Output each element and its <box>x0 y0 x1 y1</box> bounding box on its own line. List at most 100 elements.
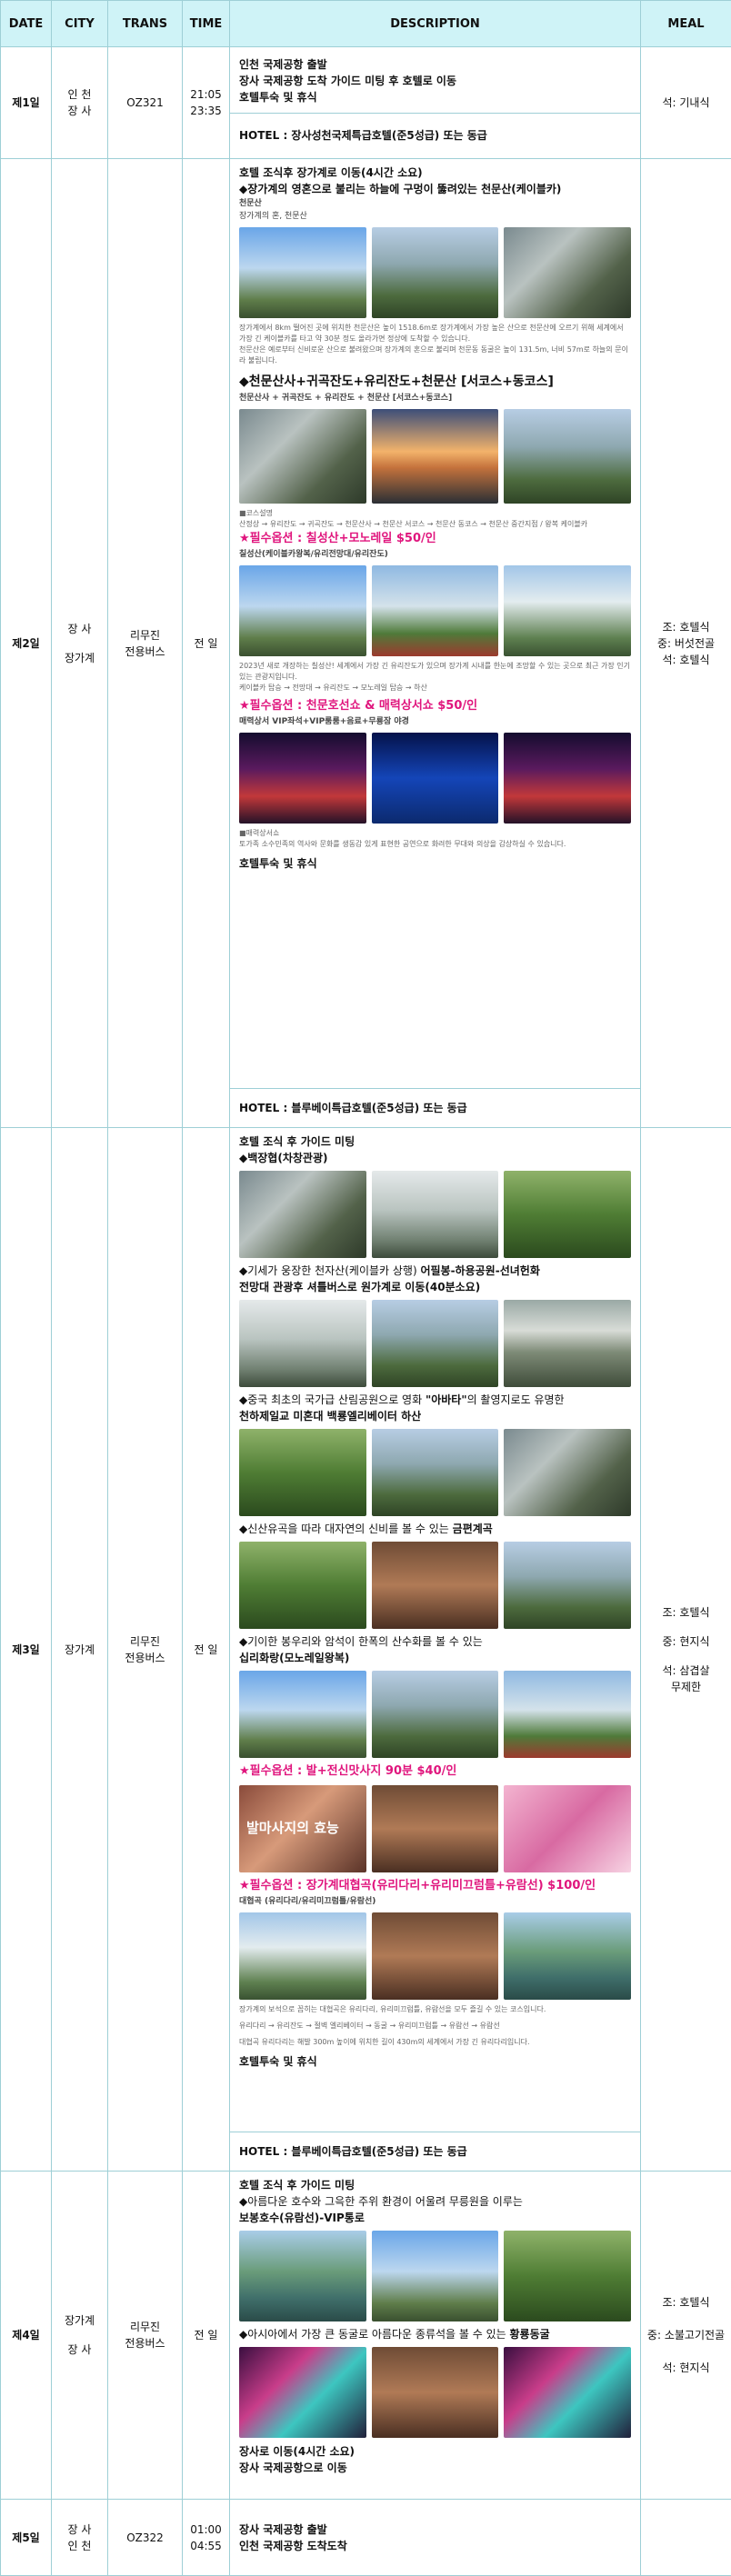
day2-row: 제2일 장 사 장가계 리무진 전용버스 전 일 호텔 조식후 장가계로 이동(… <box>1 159 731 1128</box>
day4-trans-1: 리무진 <box>109 2319 181 2335</box>
photo-show-stage <box>504 733 631 824</box>
photo-qixingshan-cablecar <box>239 565 366 656</box>
day2-option-shows: ★필수옵션 : 천문호선쇼 & 매력상서쇼 $50/인 <box>239 697 631 715</box>
day2-meal: 조: 호텔식 중: 버섯전골 석: 호텔식 <box>641 159 731 1128</box>
photo-huanglong-waterwheel <box>372 2347 499 2438</box>
day4-highlight-huanglong: 황룡동굴 <box>509 2328 549 2341</box>
day4-time: 전 일 <box>183 2172 230 2500</box>
photo-massage-banner: 발마사지의 효능 <box>239 1785 366 1872</box>
day4-line-2b: 보봉호수(유람선)-VIP통로 <box>239 2210 631 2226</box>
photo-baofeng-lake-3 <box>504 2231 631 2321</box>
header-row: DATE CITY TRANS TIME DESCRIPTION MEAL <box>1 1 731 47</box>
day3-line-6b: 십리화랑(모노레일왕복) <box>239 1650 631 1666</box>
day2-meal-breakfast: 조: 호텔식 <box>642 619 730 635</box>
photo-shilihualang-1 <box>239 1671 366 1758</box>
photo-glass-bridge <box>239 1912 366 2000</box>
header-city: CITY <box>52 1 108 47</box>
day2-photos-3 <box>239 565 631 656</box>
photo-canyon-boat <box>504 1912 631 2000</box>
day3-description: 호텔 조식 후 가이드 미팅 ◆백장협(차창관광) ◆기세가 웅장한 천자산(케… <box>230 1128 641 2172</box>
photo-tianmen-cablecar <box>239 227 366 318</box>
day2-trans: 리무진 전용버스 <box>108 159 183 1128</box>
day1-city-to: 장 사 <box>53 103 106 119</box>
day1-row: 제1일 인 천 장 사 OZ321 21:05 23:35 인천 국제공항 출발… <box>1 47 731 159</box>
photo-massage-room <box>372 1785 499 1872</box>
day4-line-1: 호텔 조식 후 가이드 미팅 <box>239 2177 631 2193</box>
photo-baizhang-gorge-3 <box>504 1171 631 1258</box>
header-trans: TRANS <box>108 1 183 47</box>
day2-description: 호텔 조식후 장가계로 이동(4시간 소요) ◆장가계의 영혼으로 불리는 하늘… <box>230 159 641 1128</box>
day1-time-arrive: 23:35 <box>184 103 228 119</box>
day3-option-massage: ★필수옵션 : 발+전신맛사지 90분 $40/인 <box>239 1762 631 1781</box>
day1-description: 인천 국제공항 출발 장사 국제공항 도착 가이드 미팅 후 호텔로 이동 호텔… <box>230 47 641 159</box>
photo-massage-foot <box>504 1785 631 1872</box>
day1-line-1: 인천 국제공항 출발 <box>239 56 631 73</box>
day3-highlight-tianzi: 어필봉-하용공원-선녀헌화 <box>420 1264 539 1277</box>
day3-meal-lunch: 중: 현지식 <box>642 1633 730 1650</box>
day2-photos-1 <box>239 227 631 318</box>
day3-line-2: ◆백장협(차창관광) <box>239 1150 631 1166</box>
day3-meal-breakfast: 조: 호텔식 <box>642 1604 730 1621</box>
day5-time-arrive: 04:55 <box>184 2538 228 2554</box>
day4-date: 제4일 <box>1 2172 52 2500</box>
day2-line-2: ◆장가계의 영혼으로 불리는 하늘에 구멍이 뚫려있는 천문산(케이블카) <box>239 181 631 197</box>
day2-photos-2 <box>239 409 631 504</box>
day5-meal <box>641 2500 731 2576</box>
day5-line-1: 장사 국제공항 출발 <box>239 2521 631 2538</box>
day2-highlight-tianmen: 천문산(케이블카) <box>481 183 561 195</box>
header-meal: MEAL <box>641 1 731 47</box>
day4-photos-1 <box>239 2231 631 2321</box>
day3-sub-1: 대협곡 (유리다리/유리미끄럼틀/유람선) <box>239 1895 631 1908</box>
day4-trans-2: 전용버스 <box>109 2335 181 2351</box>
day1-meal-dinner: 석: 기내식 <box>642 95 730 111</box>
day2-note-1: 장가계에서 8km 떨어진 곳에 위치한 천문산은 높이 1518.6m로 장가… <box>239 323 631 344</box>
day1-time-depart: 21:05 <box>184 86 228 103</box>
day3-note-1: 장가계의 보석으로 꼽히는 대협곡은 유리다리, 유리미끄럼틀, 유람선을 모두… <box>239 2004 631 2015</box>
day4-photos-2 <box>239 2347 631 2438</box>
day2-note-3b: 케이블카 탑승 → 전망대 → 유리잔도 → 모노레일 탑승 → 하산 <box>239 683 631 694</box>
day4-line-4: 장사로 이동(4시간 소요) <box>239 2443 631 2460</box>
day3-note-3: 대협곡 유리다리는 해발 300m 높이에 위치한 길이 430m의 세계에서 … <box>239 2037 631 2048</box>
day2-trans-1: 리무진 <box>109 627 181 644</box>
photo-glass-slide <box>372 1912 499 2000</box>
header-time: TIME <box>183 1 230 47</box>
day3-meal-dinner: 석: 삼겹살 <box>642 1662 730 1679</box>
day5-time-depart: 01:00 <box>184 2521 228 2538</box>
photo-huanglong-cave-1 <box>239 2347 366 2438</box>
header-date: DATE <box>1 1 52 47</box>
day2-trans-2: 전용버스 <box>109 644 181 660</box>
photo-qixingshan-monorail <box>372 565 499 656</box>
photo-tianzishan-1 <box>239 1300 366 1387</box>
day3-line-6: ◆기이한 봉우리와 암석이 한폭의 산수화를 볼 수 있는 <box>239 1633 631 1650</box>
day5-city-from: 장 사 <box>53 2521 106 2538</box>
day5-description: 장사 국제공항 출발 인천 국제공항 도착도착 <box>230 2500 641 2576</box>
day5-line-2: 인천 국제공항 도착도착 <box>239 2538 631 2554</box>
photo-charm-xiangxi-show <box>239 733 366 824</box>
day2-note-2: ■코스설명 <box>239 508 631 519</box>
day2-meal-dinner: 석: 호텔식 <box>642 652 730 668</box>
day4-meal-lunch: 중: 소불고기전골 <box>642 2327 730 2343</box>
day3-line-3: ◆기세가 웅장한 천자산(케이블카 상행) 어필봉-하용공원-선녀헌화 <box>239 1263 631 1279</box>
day2-sub-1b: 장가계의 혼, 천문산 <box>239 210 631 223</box>
day3-line-3-text: ◆기세가 웅장한 천자산(케이블카 상행) <box>239 1264 420 1277</box>
day1-hotel: HOTEL : 장사성천국제특급호텔(준5성급) 또는 동급 <box>230 113 640 158</box>
day4-city-from: 장가계 <box>53 2312 106 2329</box>
day4-line-5: 장사 국제공항으로 이동 <box>239 2460 631 2476</box>
photo-tianmen-temple <box>239 409 366 504</box>
day2-hotel: HOTEL : 블루베이특급호텔(준5성급) 또는 동급 <box>230 1088 640 1127</box>
day1-city: 인 천 장 사 <box>52 47 108 159</box>
day3-meal: 조: 호텔식 중: 현지식 석: 삼겹살 무제한 <box>641 1128 731 2172</box>
day2-sub-1: 천문산 <box>239 197 631 210</box>
massage-banner-text: 발마사지의 효능 <box>246 1820 339 1836</box>
day2-note-1b: 천문산은 예로부터 신비로운 산으로 불려왔으며 장가계의 혼으로 불리며 천문… <box>239 344 631 366</box>
day2-option-qixingshan: ★필수옵션 : 칠성산+모노레일 $50/인 <box>239 530 631 548</box>
day2-note-4b: 토가족 소수민족의 역사와 문화를 생동감 있게 표현한 공연으로 화려한 무대… <box>239 839 631 850</box>
day4-city: 장가계 장 사 <box>52 2172 108 2500</box>
itinerary-table: DATE CITY TRANS TIME DESCRIPTION MEAL 제1… <box>0 0 731 2576</box>
photo-tianzishan-3 <box>504 1300 631 1387</box>
day3-highlight-jinbian: 금편계곡 <box>453 1523 493 1535</box>
day3-photos-7 <box>239 1912 631 2000</box>
day3-city: 장가계 <box>52 1128 108 2172</box>
day5-time: 01:00 04:55 <box>183 2500 230 2576</box>
photo-tianzishan-2 <box>372 1300 499 1387</box>
